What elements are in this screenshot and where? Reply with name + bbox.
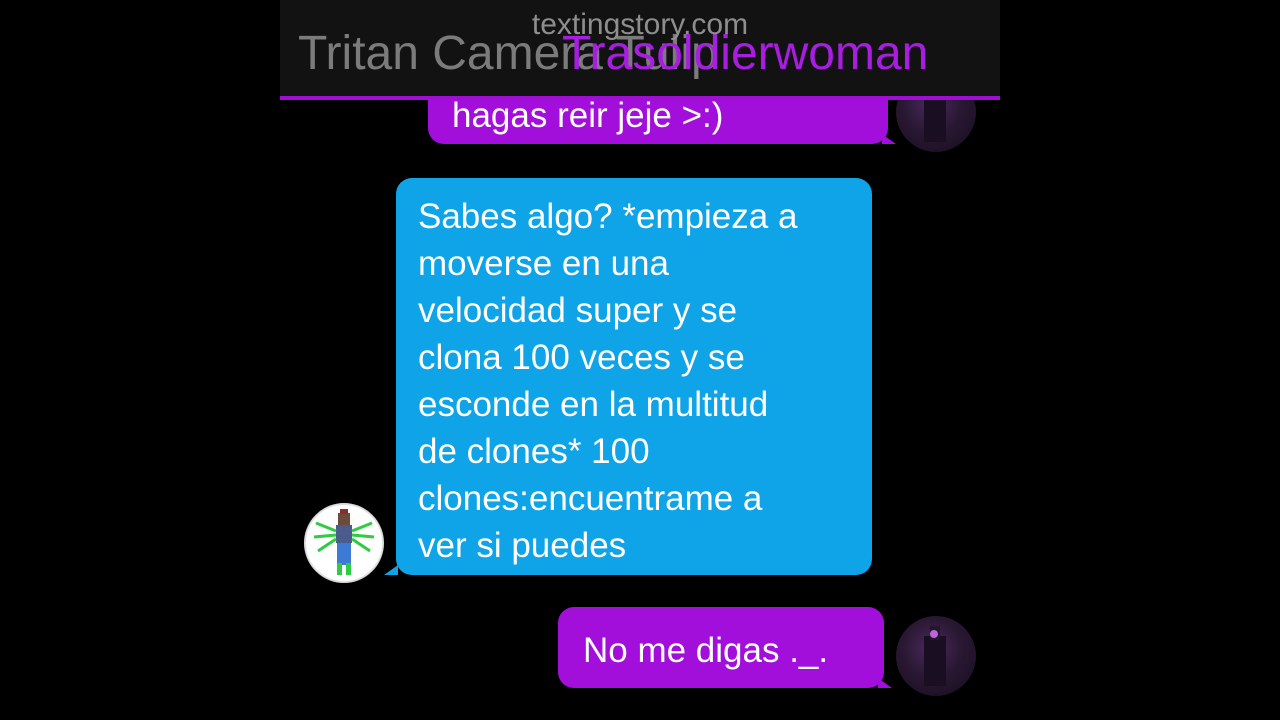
message-line: clones:encuentrame a	[418, 479, 763, 518]
received-avatar-icon	[304, 503, 384, 583]
message-bubble-received: Sabes algo? *empieza a moverse en una ve…	[396, 178, 872, 575]
message-line: Sabes algo? *empieza a	[418, 197, 798, 236]
watermark: textingstory.com	[531, 8, 749, 41]
message-text: No me digas ._.	[583, 631, 829, 670]
message-line: velocidad super y se	[418, 291, 738, 330]
chat-screen: Tritan Camera Tulip Trasoldierwoman text…	[280, 0, 1000, 720]
message-line: de clones* 100	[418, 432, 650, 471]
sent-avatar-icon	[896, 616, 976, 696]
bubble-tail	[878, 678, 892, 688]
message-line: ver si puedes	[418, 526, 627, 565]
message-line: moverse en una	[418, 244, 669, 283]
message-line: esconde en la multitud	[418, 385, 769, 424]
message-bubble-sent: No me digas ._.	[558, 607, 884, 688]
chat-header: Tritan Camera Tulip Trasoldierwoman text…	[280, 0, 1000, 100]
bubble-tail	[384, 565, 398, 575]
message-line: clona 100 veces y se	[418, 338, 745, 377]
message-text: hagas reir jeje >:)	[452, 96, 724, 135]
